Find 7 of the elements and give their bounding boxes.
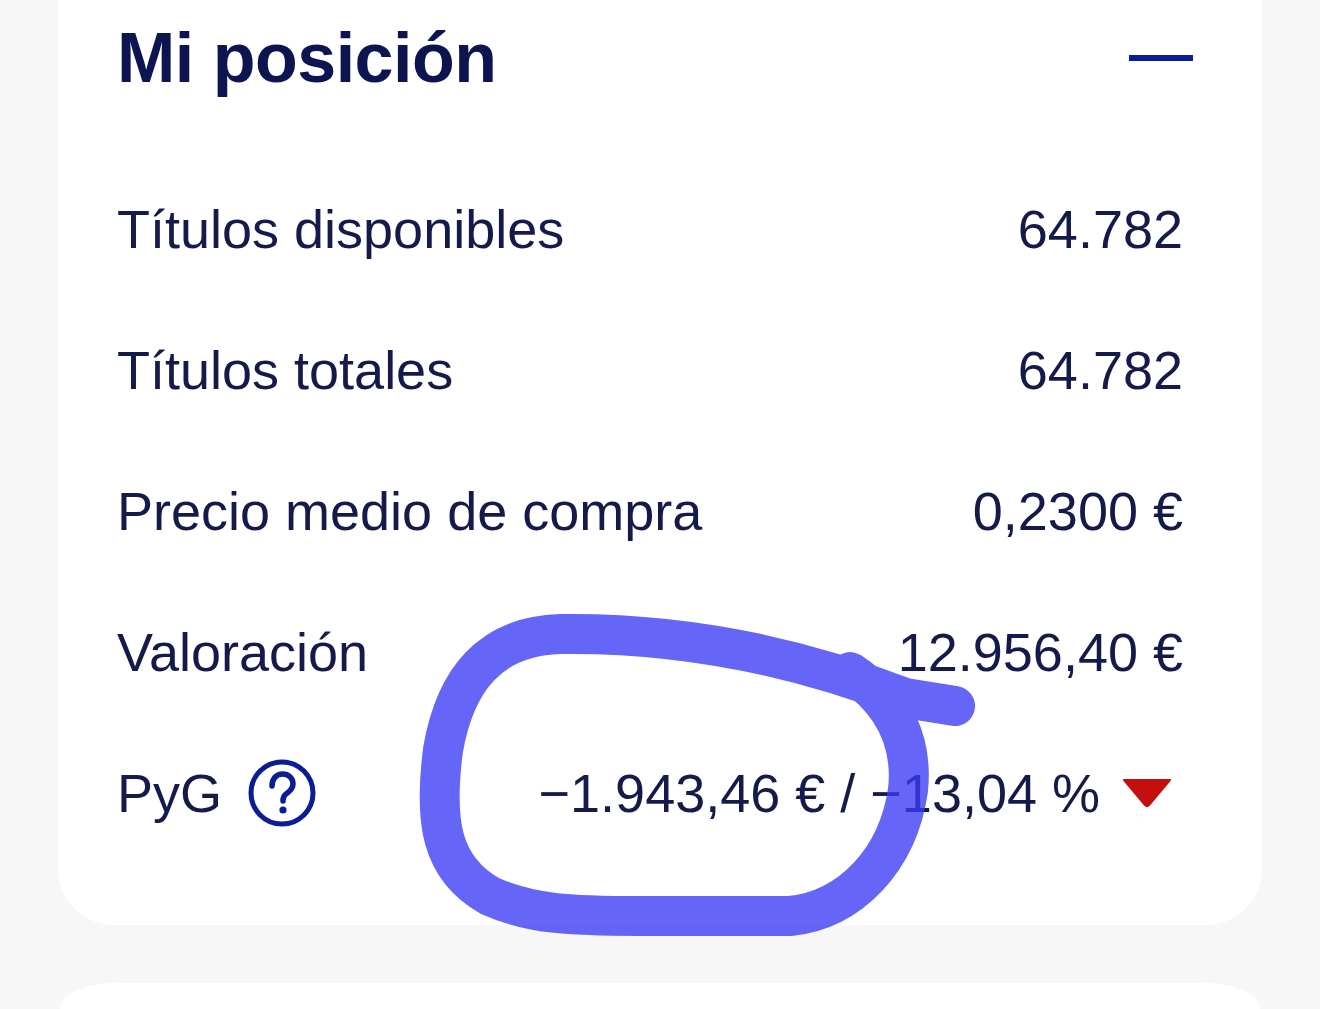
row-value: 0,2300 €	[972, 484, 1183, 538]
row-value: 64.782	[1017, 343, 1183, 397]
row-label: Valoración	[117, 625, 369, 679]
row-value: 12.956,40 €	[897, 625, 1183, 679]
help-icon[interactable]	[248, 759, 317, 827]
row-value: 64.782	[1017, 202, 1183, 256]
row-label: Títulos totales	[117, 343, 454, 397]
